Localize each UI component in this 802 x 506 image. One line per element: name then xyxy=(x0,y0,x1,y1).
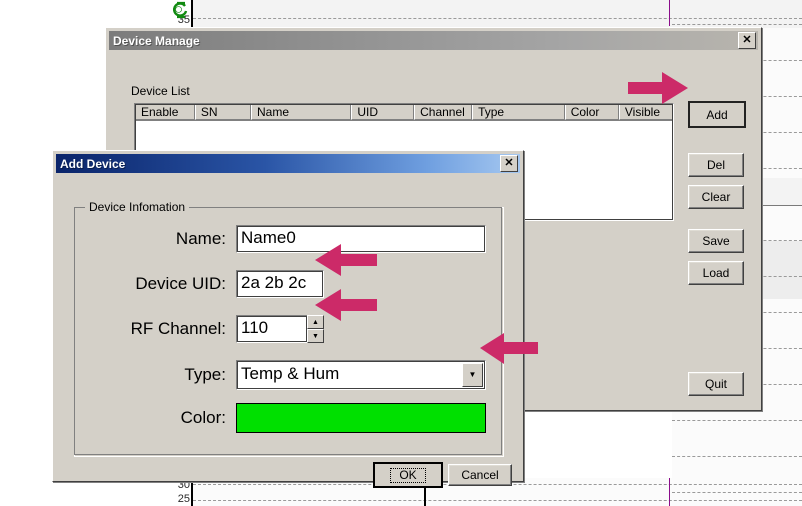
field-row-device-uid: Device UID: 2a 2b 2c xyxy=(74,270,324,298)
field-row-type: Type: Temp & Hum ▼ xyxy=(74,360,486,390)
column-header-enable[interactable]: Enable xyxy=(135,104,195,120)
device-list-header-row: Enable SN Name UID Channel Type Color Vi… xyxy=(135,104,673,121)
color-label: Color: xyxy=(180,408,226,427)
chevron-down-icon[interactable]: ▼ xyxy=(462,363,483,387)
bg-gridline xyxy=(193,18,802,19)
bg-gridline xyxy=(193,500,802,501)
cancel-button[interactable]: Cancel xyxy=(448,464,512,486)
bg-y-axis xyxy=(191,478,193,506)
bg-cursor-line xyxy=(669,478,670,506)
field-row-name: Name: Name0 xyxy=(74,225,486,253)
add-device-titlebar[interactable]: Add Device ✕ xyxy=(56,154,520,173)
bg-gridline xyxy=(672,456,802,457)
bg-cursor-line xyxy=(669,0,670,26)
type-selected-value: Temp & Hum xyxy=(241,364,340,383)
column-header-name[interactable]: Name xyxy=(250,104,352,120)
save-button[interactable]: Save xyxy=(688,229,744,253)
device-manage-title: Device Manage xyxy=(113,33,200,48)
name-input[interactable]: Name0 xyxy=(236,225,486,253)
device-list-label: Device List xyxy=(131,84,190,98)
color-swatch[interactable] xyxy=(236,403,486,433)
bg-gridline xyxy=(672,420,802,421)
quit-button[interactable]: Quit xyxy=(688,372,744,396)
close-icon[interactable]: ✕ xyxy=(738,32,756,49)
clear-button[interactable]: Clear xyxy=(688,185,744,209)
spin-down-icon[interactable]: ▼ xyxy=(307,329,324,343)
rf-channel-input[interactable]: 110 xyxy=(236,315,308,343)
device-uid-label: Device UID: xyxy=(135,274,226,293)
bg-y-axis xyxy=(191,0,193,28)
rf-channel-stepper[interactable]: 110 ▲ ▼ xyxy=(236,315,324,343)
field-row-rf-channel: RF Channel: 110 ▲ ▼ xyxy=(74,315,324,343)
field-row-color: Color: xyxy=(74,403,486,433)
column-header-type[interactable]: Type xyxy=(472,104,565,120)
column-header-uid[interactable]: UID xyxy=(351,104,415,120)
add-device-dialog: Add Device ✕ Device Infomation Name: Nam… xyxy=(52,150,524,488)
device-manage-titlebar[interactable]: Device Manage ✕ xyxy=(109,31,758,50)
device-information-label: Device Infomation xyxy=(85,200,190,214)
spin-up-icon[interactable]: ▲ xyxy=(307,315,324,329)
column-header-sn[interactable]: SN xyxy=(194,104,251,120)
bg-gridline xyxy=(672,24,802,25)
load-button[interactable]: Load xyxy=(688,261,744,285)
rf-channel-spin-buttons[interactable]: ▲ ▼ xyxy=(307,315,324,343)
add-button[interactable]: Add xyxy=(688,101,746,128)
add-device-title: Add Device xyxy=(60,156,126,171)
del-button[interactable]: Del xyxy=(688,153,744,177)
column-header-color[interactable]: Color xyxy=(564,104,619,120)
device-uid-input[interactable]: 2a 2b 2c xyxy=(236,270,324,298)
bg-y-label-25: 25 xyxy=(177,493,190,505)
type-dropdown[interactable]: Temp & Hum ▼ xyxy=(236,360,486,390)
close-icon[interactable]: ✕ xyxy=(500,155,518,172)
column-header-visible[interactable]: Visible xyxy=(618,104,673,120)
column-header-channel[interactable]: Channel xyxy=(414,104,473,120)
type-label: Type: xyxy=(184,365,226,384)
circular-refresh-icon-glyph xyxy=(173,1,188,19)
name-label: Name: xyxy=(175,229,226,248)
add-device-body: Device Infomation Name: Name0 Device UID… xyxy=(56,175,520,488)
ok-button[interactable]: OK xyxy=(373,462,443,488)
rf-channel-label: RF Channel: xyxy=(130,319,226,338)
bg-gridline xyxy=(672,492,802,493)
